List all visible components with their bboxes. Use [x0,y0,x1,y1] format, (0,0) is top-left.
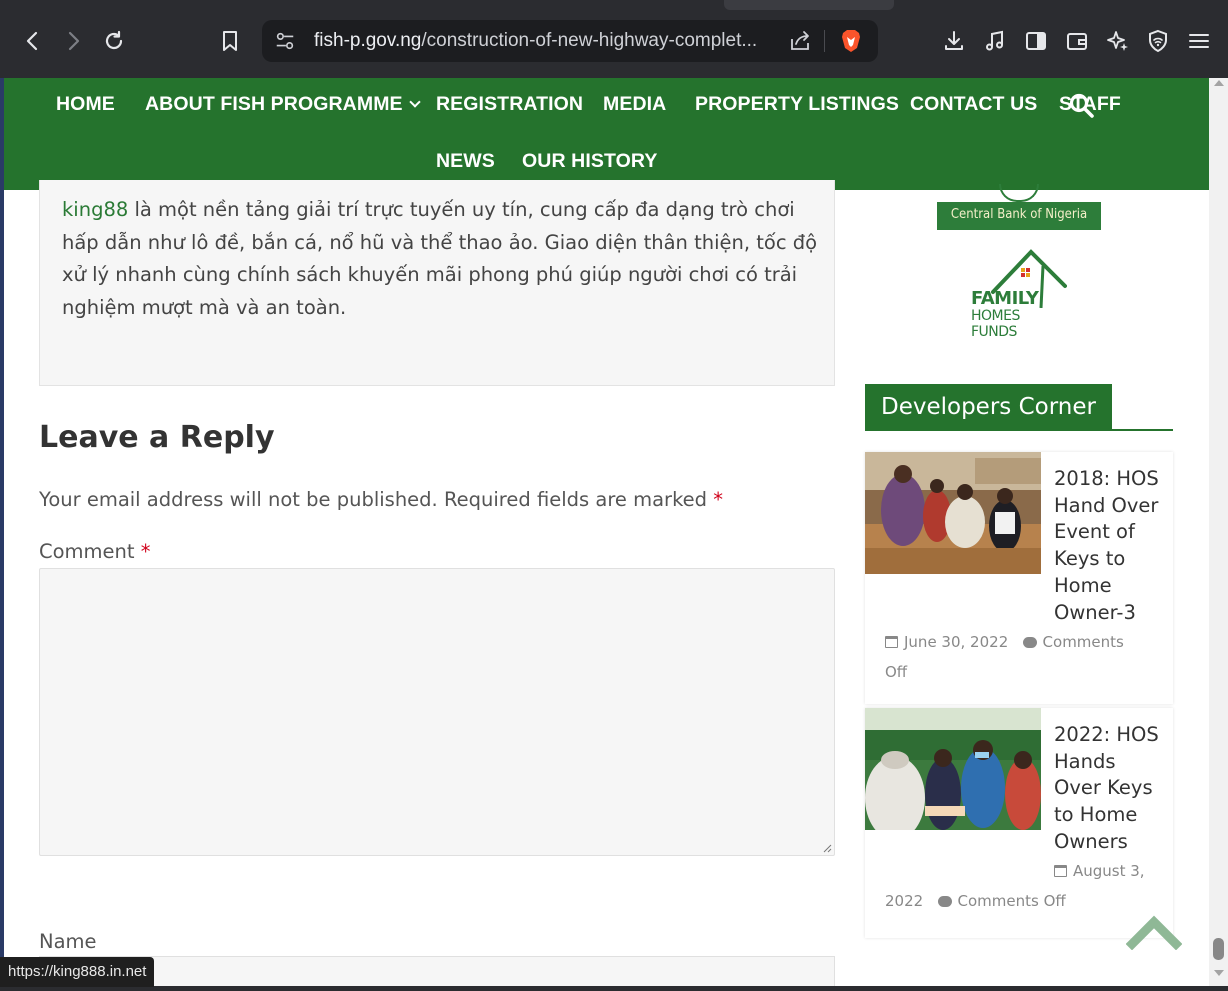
bookmark-button[interactable] [213,24,247,58]
reply-notes-text: Your email address will not be published… [39,488,708,511]
family-homes-funds-logo[interactable]: FAMILY HOMES FUNDS [969,248,1069,340]
status-bar-url: https://king888.in.net [0,957,155,987]
reload-button[interactable] [97,24,131,58]
post-title[interactable]: 2018: HOS Hand Over Event of Keys to Hom… [1054,466,1166,626]
scroll-down-arrow-icon[interactable] [1214,970,1224,976]
nav-our-history[interactable]: OUR HISTORY [522,150,657,173]
wallet-icon [1067,33,1087,50]
page-scrollbar[interactable] [1209,78,1228,986]
reply-notes: Your email address will not be published… [39,488,723,511]
comment-icon [1022,637,1037,648]
photo-people-handover [865,452,1041,574]
nav-registration[interactable]: REGISTRATION [436,93,583,116]
nav-home[interactable]: HOME [56,93,115,116]
post-date[interactable]: June 30, 2022 [904,633,1008,651]
vpn-shield-icon [1149,29,1167,53]
promo-body: là một nền tảng giải trí trực tuyến uy t… [62,198,818,319]
vpn-button[interactable] [1141,24,1175,58]
calendar-icon [1054,865,1067,877]
post-meta: August 3, [1054,856,1166,886]
cbn-logo-text: Central Bank of Nigeria [950,207,1088,222]
section-underline [865,429,1173,431]
photo-key-handover [865,708,1041,830]
cbn-logo-bar: Central Bank of Nigeria [937,202,1101,230]
post-card[interactable]: 2022: HOS Hands Over Keys to Home Owners… [865,708,1173,938]
main-navigation: HOME ABOUT FISH PROGRAMME REGISTRATION M… [4,78,1209,190]
calendar-icon [885,636,898,648]
scrollbar-thumb[interactable] [1213,938,1224,960]
window-bottom-edge [0,986,1228,991]
post-card[interactable]: 2018: HOS Hand Over Event of Keys to Hom… [865,452,1173,704]
url-host: fish-p.gov.ng [314,30,422,51]
name-label: Name [39,930,97,953]
tab-strip-edge [724,0,894,10]
comment-label: Comment * [39,540,151,563]
resize-grip-icon[interactable] [822,843,832,853]
nav-contact-us[interactable]: CONTACT US [910,93,1037,116]
scroll-to-top-icon[interactable] [1126,914,1182,950]
comment-label-text: Comment [39,540,135,563]
post-thumbnail[interactable] [865,708,1041,830]
search-icon[interactable] [1068,92,1096,120]
url-text[interactable]: fish-p.gov.ng/construction-of-new-highwa… [314,30,757,52]
download-icon [945,31,963,50]
url-path: /construction-of-new-highway-complet... [421,30,758,51]
comment-icon [937,896,952,907]
post-date[interactable]: August 3, [1073,862,1145,880]
scroll-up-arrow-icon[interactable] [1214,80,1224,86]
post-date-year[interactable]: 2022 [885,892,923,910]
post-comments: Comments [1042,633,1124,651]
nav-about-label: ABOUT FISH PROGRAMME [145,93,403,115]
wallet-button[interactable] [1060,24,1094,58]
back-arrow-icon [26,31,38,51]
leo-ai-button[interactable] [1101,24,1135,58]
developers-corner-header: Developers Corner [865,384,1173,432]
media-button[interactable] [978,24,1012,58]
sidebar-icon [1026,32,1046,50]
promo-link[interactable]: king88 [62,198,128,221]
name-input[interactable] [39,956,835,986]
urlbar-divider [824,30,825,52]
fhf-logo-family: FAMILY [971,288,1039,309]
browser-toolbar: fish-p.gov.ng/construction-of-new-highwa… [0,0,1228,78]
nav-media[interactable]: MEDIA [603,93,666,116]
promo-text: king88 là một nền tảng giải trí trực tuy… [62,194,822,324]
nav-news[interactable]: NEWS [436,150,495,173]
post-thumbnail[interactable] [865,452,1041,574]
cbn-emblem [999,184,1039,202]
sidebar-toggle-button[interactable] [1019,24,1053,58]
share-icon[interactable] [788,29,812,53]
downloads-button[interactable] [937,24,971,58]
nav-about-fish-programme[interactable]: ABOUT FISH PROGRAMME [145,93,421,116]
hamburger-icon [1189,34,1209,48]
nav-property-listings[interactable]: PROPERTY LISTINGS [695,93,899,116]
music-note-icon [986,30,1003,51]
site-settings-icon[interactable] [274,30,296,52]
address-bar[interactable]: fish-p.gov.ng/construction-of-new-highwa… [262,20,878,62]
back-button[interactable] [16,24,50,58]
required-asterisk: * [140,540,151,563]
post-title[interactable]: 2022: HOS Hands Over Keys to Home Owners [1054,722,1166,856]
web-page: HOME ABOUT FISH PROGRAMME REGISTRATION M… [4,78,1209,986]
brave-shields-icon[interactable] [838,28,864,54]
reply-title: Leave a Reply [39,420,275,455]
developers-corner-title: Developers Corner [865,384,1112,430]
menu-button[interactable] [1182,24,1216,58]
forward-button[interactable] [56,24,90,58]
promo-box: king88 là một nền tảng giải trí trực tuy… [39,180,835,386]
post-meta: 2022 Comments Off [885,886,1165,916]
post-comments: Comments Off [957,892,1066,910]
reload-icon [105,30,123,50]
post-meta: June 30, 2022 Comments Off [885,627,1165,687]
comment-textarea[interactable] [39,568,835,856]
post-comments-cont: Off [885,663,908,681]
sparkle-icon [1107,31,1128,51]
cbn-logo[interactable]: Central Bank of Nigeria [937,184,1101,232]
fhf-logo-homes-funds: HOMES FUNDS [971,308,1020,340]
chevron-down-icon [409,96,421,108]
forward-arrow-icon [68,31,80,51]
bookmark-icon [223,31,237,51]
required-asterisk: * [713,488,723,511]
